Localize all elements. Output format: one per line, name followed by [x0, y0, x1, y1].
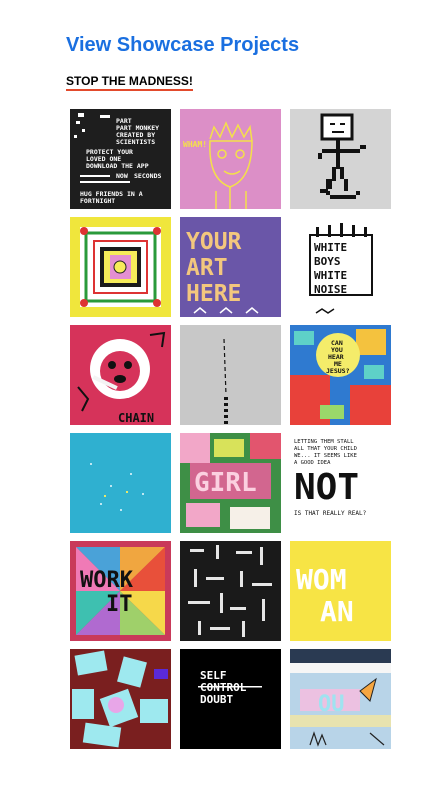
thumbnail-art: YOUR ART HERE [180, 217, 281, 317]
thumbnail-art [180, 325, 281, 425]
project-thumbnail-white-boys-white-noise[interactable]: WHITE BOYS WHITE NOISE [290, 217, 391, 317]
svg-text:CHAIN: CHAIN [118, 411, 154, 425]
svg-text:NOISE: NOISE [314, 283, 347, 296]
project-thumbnail-girl-collage[interactable]: GIRL [180, 433, 281, 533]
project-thumbnail-chain-smoker[interactable]: CHAIN [70, 325, 171, 425]
svg-text:A GOOD IDEA: A GOOD IDEA [294, 460, 331, 466]
svg-text:LETTING THEM STALL: LETTING THEM STALL [294, 439, 354, 445]
svg-text:NOT: NOT [294, 467, 359, 508]
svg-text:DOUBT: DOUBT [200, 693, 233, 706]
project-thumbnail-pastel-sea[interactable]: OU [290, 649, 391, 749]
thumbnail-art: CHAIN [70, 325, 171, 425]
thumbnail-art [70, 433, 171, 533]
thumbnail-art: WHAM! [180, 109, 281, 209]
section-heading: STOP THE MADNESS! [66, 74, 193, 91]
svg-text:WE... IT SEEMS LIKE: WE... IT SEEMS LIKE [294, 453, 357, 459]
view-showcase-projects-link[interactable]: View Showcase Projects [66, 34, 299, 57]
thumbnail-art [70, 217, 171, 317]
svg-text:JESUS?: JESUS? [326, 367, 350, 375]
thumbnail-art [290, 109, 391, 209]
project-thumbnail-can-you-hear-me-jesus[interactable]: CAN YOU HEAR ME JESUS? [290, 325, 391, 425]
thumbnail-art: CAN YOU HEAR ME JESUS? [290, 325, 391, 425]
svg-text:WORK: WORK [80, 568, 134, 593]
svg-text:YOUR: YOUR [186, 229, 242, 255]
project-thumbnail-black-maze[interactable] [180, 541, 281, 641]
svg-text:IS THAT REALLY REAL?: IS THAT REALLY REAL? [294, 510, 367, 517]
svg-text:WHAM!: WHAM! [183, 140, 207, 149]
project-thumbnail-not[interactable]: LETTING THEM STALL ALL THAT YOUR CHILD W… [290, 433, 391, 533]
thumbnail-art: WOM AN [290, 541, 391, 641]
svg-text:SCIENTISTS: SCIENTISTS [116, 138, 155, 146]
svg-text:WHITE: WHITE [314, 269, 347, 282]
thumbnail-art: SELF CONTROL DOUBT [180, 649, 281, 749]
project-grid: PART PART MONKEY CREATED BY SCIENTISTS P… [70, 109, 391, 749]
svg-text:AN: AN [320, 595, 354, 628]
project-thumbnail-grey-line[interactable] [180, 325, 281, 425]
project-thumbnail-woman[interactable]: WOM AN [290, 541, 391, 641]
svg-text:FORTNIGHT: FORTNIGHT [80, 197, 115, 205]
svg-text:GIRL: GIRL [194, 468, 257, 498]
project-thumbnail-part-monkey[interactable]: PART PART MONKEY CREATED BY SCIENTISTS P… [70, 109, 171, 209]
svg-text:IT: IT [106, 592, 133, 617]
svg-text:SECONDS: SECONDS [134, 172, 161, 180]
svg-text:NOW: NOW [116, 172, 128, 180]
project-thumbnail-skateboard-stickman[interactable] [290, 109, 391, 209]
svg-text:WHITE: WHITE [314, 241, 347, 254]
project-thumbnail-cyan-shapes[interactable] [70, 649, 171, 749]
project-thumbnail-teal-sparkles[interactable] [70, 433, 171, 533]
svg-text:DOWNLOAD THE APP: DOWNLOAD THE APP [86, 162, 149, 170]
svg-text:BOYS: BOYS [314, 255, 341, 268]
svg-text:OU: OU [318, 692, 345, 717]
thumbnail-art [70, 649, 171, 749]
svg-text:ART: ART [186, 255, 228, 281]
thumbnail-art: WORK IT [70, 541, 171, 641]
thumbnail-art: LETTING THEM STALL ALL THAT YOUR CHILD W… [290, 433, 391, 533]
svg-text:WOM: WOM [296, 563, 347, 596]
project-thumbnail-work-it[interactable]: WORK IT [70, 541, 171, 641]
thumbnail-art: GIRL [180, 433, 281, 533]
svg-text:HERE: HERE [186, 281, 241, 307]
svg-text:ALL THAT YOUR CHILD: ALL THAT YOUR CHILD [294, 446, 357, 452]
thumbnail-art [180, 541, 281, 641]
project-thumbnail-pink-crown-face[interactable]: WHAM! [180, 109, 281, 209]
thumbnail-art: WHITE BOYS WHITE NOISE [290, 217, 391, 317]
project-thumbnail-self-control-doubt[interactable]: SELF CONTROL DOUBT [180, 649, 281, 749]
project-thumbnail-your-art-here[interactable]: YOUR ART HERE [180, 217, 281, 317]
thumbnail-art: OU [290, 649, 391, 749]
project-thumbnail-yellow-frame[interactable] [70, 217, 171, 317]
thumbnail-art: PART PART MONKEY CREATED BY SCIENTISTS P… [70, 109, 171, 209]
